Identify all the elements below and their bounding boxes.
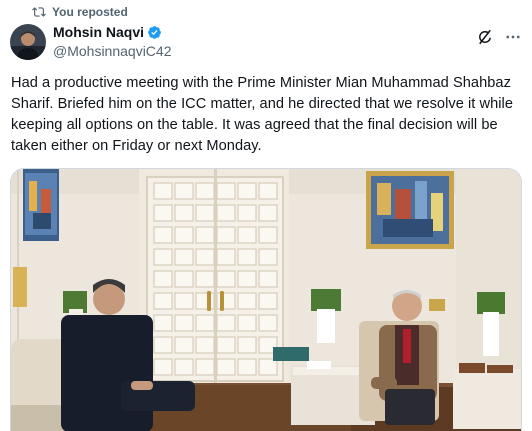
more-icon[interactable] <box>503 27 523 47</box>
tweet-photo[interactable] <box>10 168 522 431</box>
avatar[interactable] <box>10 24 46 60</box>
author-name[interactable]: Mohsin Naqvi <box>53 24 144 40</box>
verified-badge-icon[interactable] <box>147 25 162 40</box>
author-handle[interactable]: @MohsinnaqviC42 <box>53 43 172 59</box>
grok-icon[interactable] <box>476 28 494 46</box>
repost-indicator[interactable]: You reposted <box>32 4 128 20</box>
repost-label: You reposted <box>52 5 128 19</box>
tweet-text: Had a productive meeting with the Prime … <box>11 75 514 154</box>
repost-icon <box>32 5 46 19</box>
author-block: Mohsin Naqvi @MohsinnaqviC42 <box>53 24 172 59</box>
